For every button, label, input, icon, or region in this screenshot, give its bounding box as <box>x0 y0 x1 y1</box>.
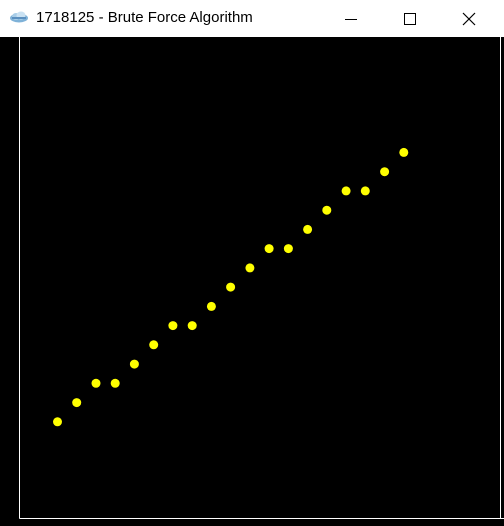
scatter-point <box>322 205 332 215</box>
scatter-point <box>91 378 101 388</box>
minimize-icon <box>345 18 357 20</box>
app-window: 1718125 - Brute Force Algorithm <box>0 0 504 526</box>
scatter-point <box>399 147 409 157</box>
close-button[interactable] <box>446 0 492 37</box>
scatter-point <box>53 417 62 427</box>
plot-canvas <box>0 37 504 526</box>
scatter-point <box>129 359 139 369</box>
scatter-point <box>245 263 255 273</box>
scatter-point <box>360 186 370 196</box>
scatter-point <box>341 186 351 196</box>
maximize-button[interactable] <box>387 0 433 37</box>
title-bar[interactable]: 1718125 - Brute Force Algorithm <box>0 0 504 37</box>
scatter-point <box>380 167 390 177</box>
scatter-point <box>226 282 236 292</box>
scatter-point <box>149 340 159 350</box>
scatter-point <box>264 244 274 254</box>
scatter-plot <box>19 37 504 519</box>
scatter-point <box>72 398 82 408</box>
scatter-point <box>168 321 178 331</box>
window-title: 1718125 - Brute Force Algorithm <box>36 9 253 26</box>
scatter-point <box>283 244 293 254</box>
scatter-point <box>206 301 216 311</box>
scatter-point <box>187 321 197 331</box>
close-icon <box>462 12 476 25</box>
app-cloud-icon <box>9 10 29 24</box>
maximize-icon <box>404 12 416 25</box>
minimize-button[interactable] <box>328 0 374 37</box>
scatter-point <box>303 224 313 234</box>
scatter-point <box>110 378 120 388</box>
